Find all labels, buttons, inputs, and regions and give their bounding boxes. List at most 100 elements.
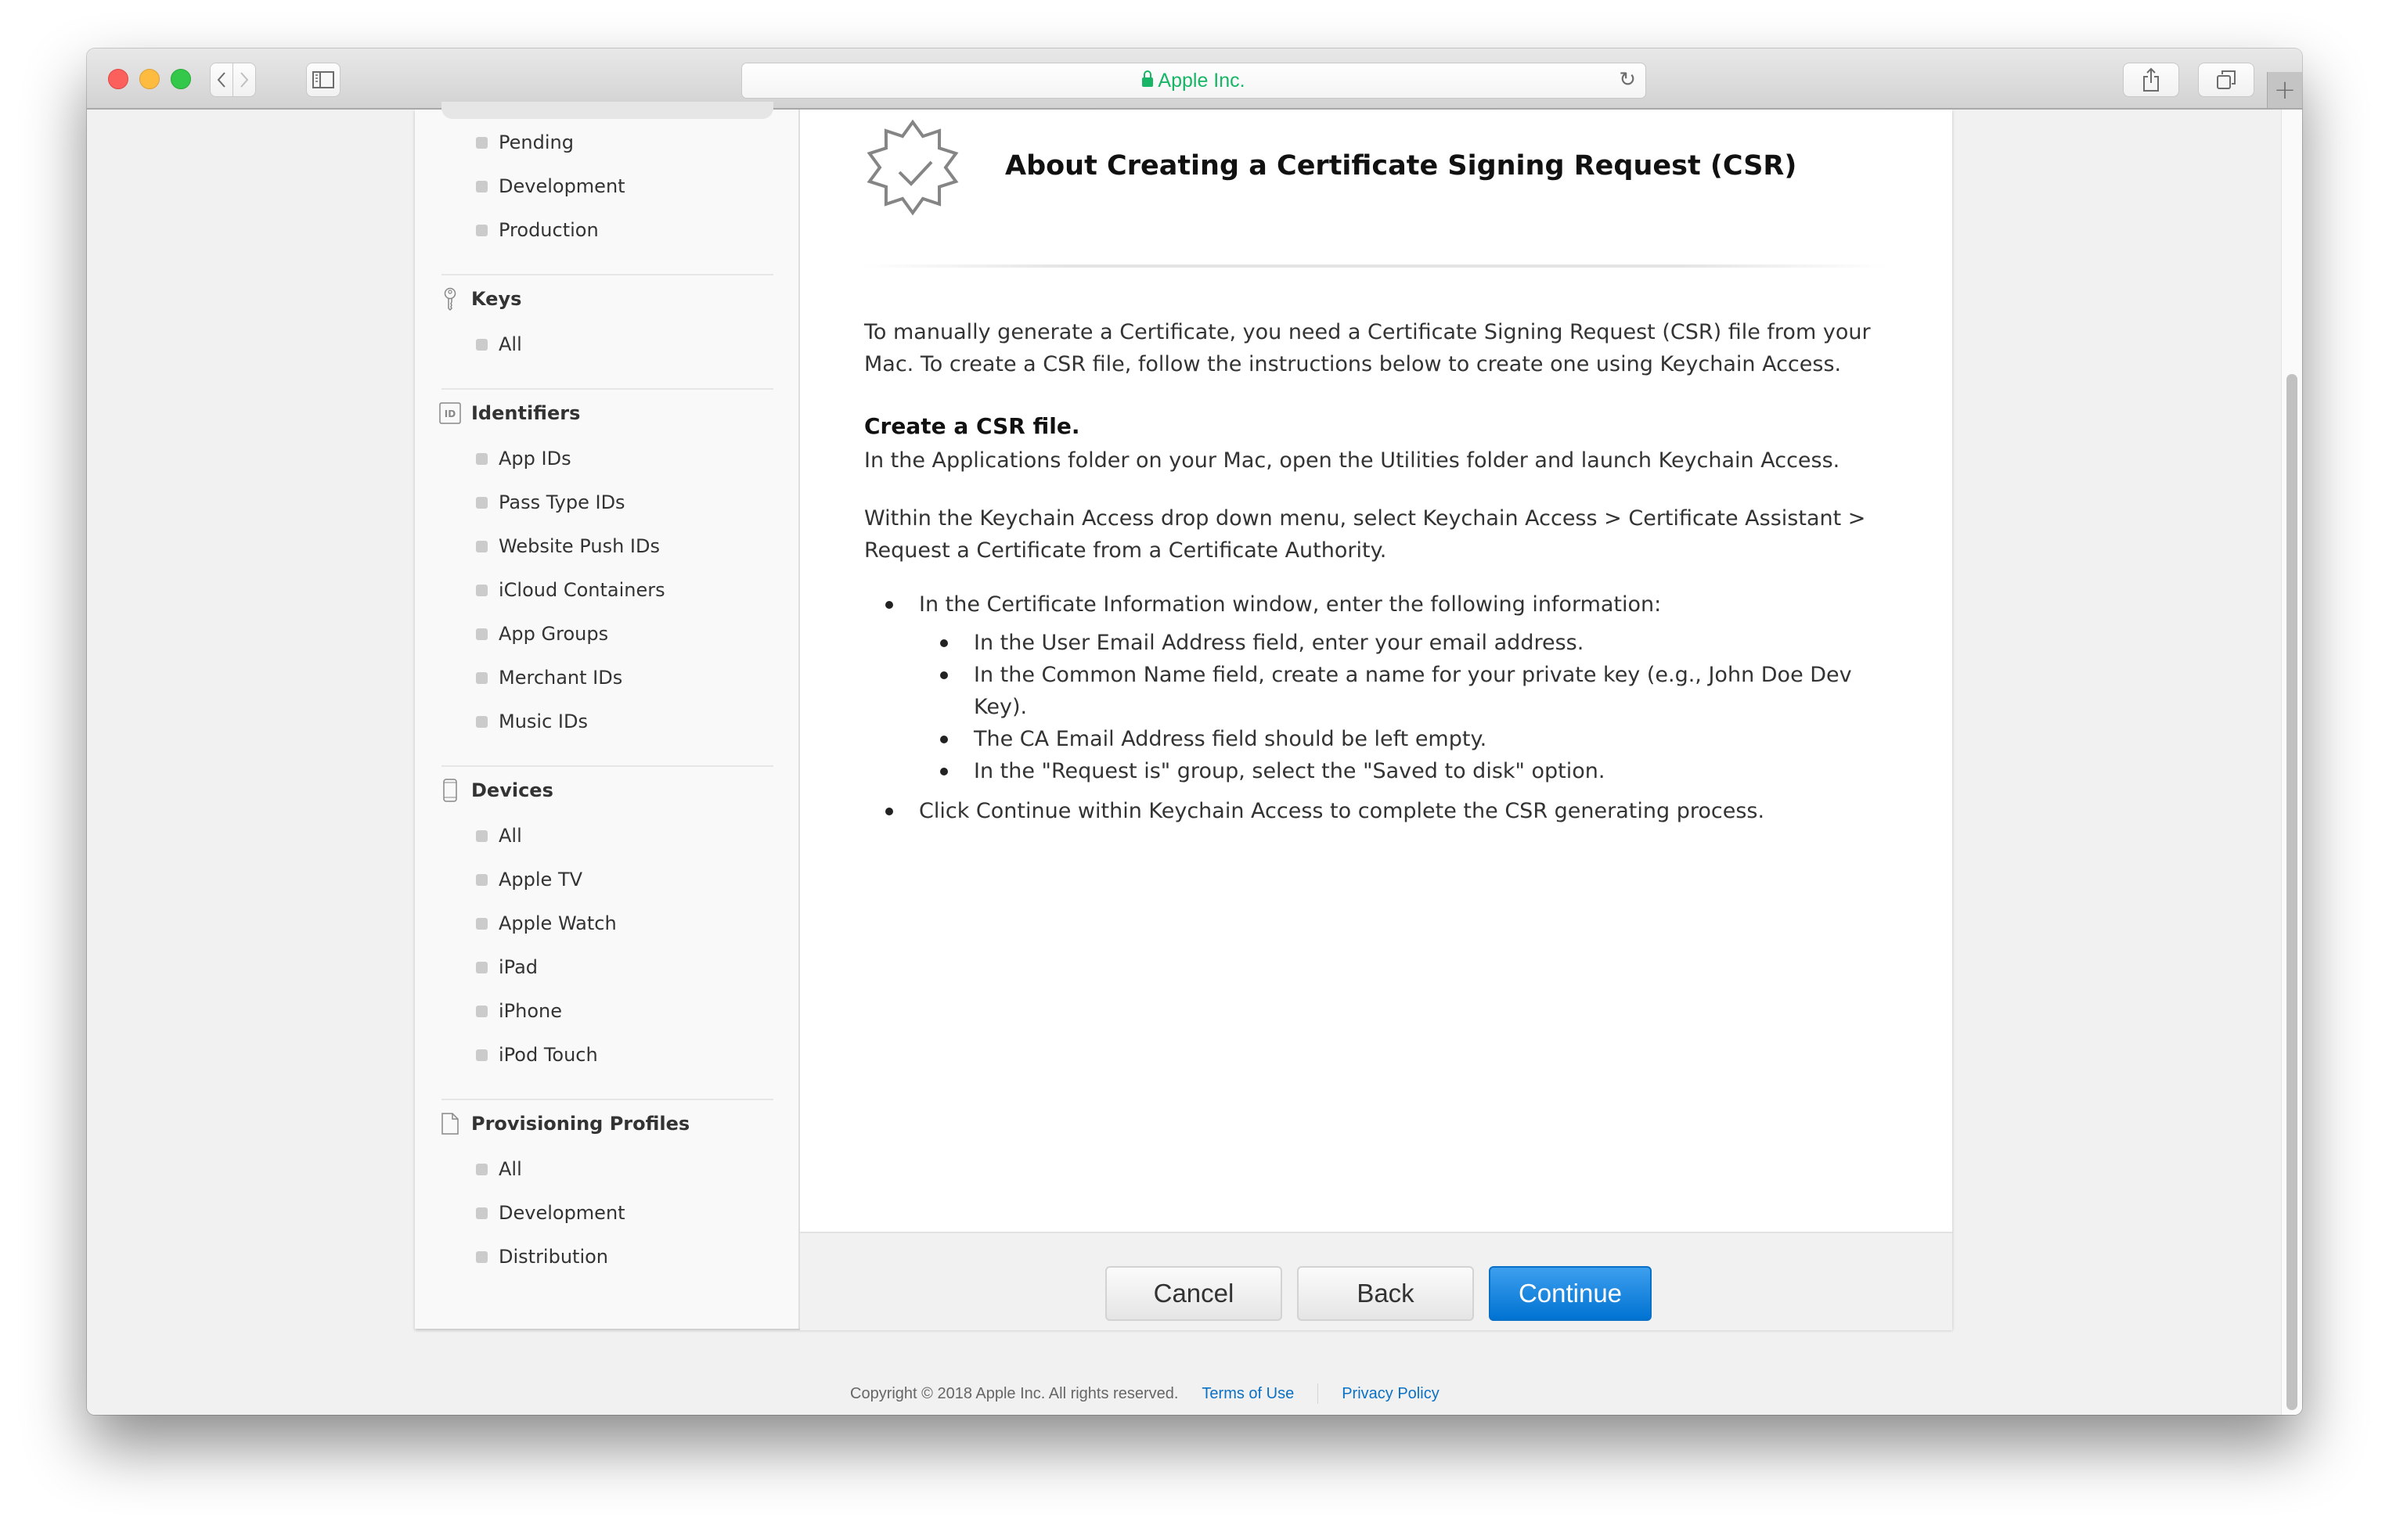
sidebar-heading-label: Provisioning Profiles [471,1113,690,1135]
browser-window: Apple Inc. ↻ + Pending Development Product… [87,49,2302,1415]
step-paragraph-1: In the Applications folder on your Mac, … [864,448,1840,473]
sidebar-item-label: Production [499,219,599,241]
sidebar-item[interactable]: Development [476,1197,625,1229]
sidebar-item[interactable]: iCloud Containers [476,574,665,606]
list-item: In the Certificate Information window, e… [864,588,1882,787]
list-item-text: In the Certificate Information window, e… [919,592,1662,617]
sidebar-section-heading[interactable]: Provisioning Profiles [438,1106,690,1141]
sidebar-item-label: Merchant IDs [499,667,623,689]
sidebar-item[interactable]: All [476,1153,522,1185]
sidebar-item[interactable]: Production [476,214,599,246]
sidebar-section-heading[interactable]: ID Identifiers [438,396,580,430]
bullet-icon [476,917,488,930]
new-tab-button[interactable]: + [2267,72,2302,108]
sidebar-divider [441,1099,773,1100]
sidebar-item-label: Development [499,175,625,197]
bullet-icon [476,224,488,236]
sidebar-item[interactable]: Development [476,171,625,202]
reload-icon[interactable]: ↻ [1619,68,1636,92]
lock-icon [1142,70,1154,87]
sidebar-toggle-button[interactable] [306,63,341,97]
minimize-window-button[interactable] [139,69,160,89]
chevron-right-icon [240,72,249,88]
sidebar-divider [441,388,773,390]
sidebar-divider [441,274,773,275]
sidebar-item-label: All [499,333,522,355]
sidebar-section-heading[interactable]: Devices [438,773,553,808]
bullet-icon [476,671,488,684]
back-button[interactable] [210,63,233,97]
sidebar-item[interactable]: iPod Touch [476,1039,598,1070]
document-icon [438,1113,462,1135]
sidebar-item-label: Music IDs [499,711,588,732]
sidebar-item[interactable]: Apple TV [476,864,582,895]
main-content: About Creating a Certificate Signing Req… [800,110,1952,1232]
list-item-text: Click Continue within Keychain Access to… [919,799,1765,823]
continue-button[interactable]: Continue [1489,1266,1652,1321]
bullet-icon [476,715,488,728]
bullet-icon [476,136,488,149]
url-text: Apple Inc. [1158,69,1245,92]
sidebar-item[interactable]: iPhone [476,995,562,1027]
content-panel: Pending Development Production Keys All ID Ide… [415,102,1952,1330]
sidebar-item[interactable]: Music IDs [476,706,588,737]
sub-list-item: In the "Request is" group, select the "S… [919,755,1882,787]
bullet-icon [476,180,488,192]
sidebar-heading-label: Devices [471,779,553,801]
id-icon: ID [438,402,462,424]
svg-text:ID: ID [445,408,456,419]
share-button[interactable] [2123,63,2179,97]
sidebar-item-label: Pending [499,131,574,153]
sidebar-item-label: iPad [499,956,539,978]
device-icon [438,779,462,802]
sidebar-item-label: Apple Watch [499,912,617,934]
sidebar-item[interactable]: Pending [476,127,574,158]
cancel-button[interactable]: Cancel [1105,1266,1282,1321]
bullet-icon [476,1250,488,1263]
scrollbar[interactable] [2281,110,2302,1415]
sidebar-item[interactable]: Apple Watch [476,908,617,939]
sidebar-item[interactable]: Merchant IDs [476,662,622,693]
bullet-icon [476,873,488,886]
sidebar-item-label: All [499,825,522,847]
scrollbar-thumb[interactable] [2286,374,2297,1410]
sidebar-item-label: App Groups [499,623,609,645]
sidebar-item-label: Development [499,1202,625,1224]
sidebar-item[interactable]: All [476,329,522,360]
sidebar-icon [312,71,334,88]
show-tabs-button[interactable] [2198,63,2254,97]
page-title: About Creating a Certificate Signing Req… [1005,150,1797,182]
instruction-list: In the Certificate Information window, e… [864,588,1882,835]
sidebar-item[interactable]: Distribution [476,1241,608,1272]
sidebar-item[interactable]: All [476,820,522,851]
terms-of-use-link[interactable]: Terms of Use [1202,1385,1294,1403]
sidebar-item-label: iCloud Containers [499,579,665,601]
share-icon [2143,67,2159,92]
sidebar-item-label: Pass Type IDs [499,491,625,513]
sidebar-item[interactable]: Pass Type IDs [476,487,625,518]
maximize-window-button[interactable] [171,69,191,89]
sub-list-item: In the Common Name field, create a name … [919,659,1882,723]
sidebar-section-heading[interactable]: Keys [438,282,521,316]
copyright-text: Copyright © 2018 Apple Inc. All rights r… [850,1384,1179,1402]
bullet-icon [476,1163,488,1175]
address-bar[interactable]: Apple Inc. ↻ [741,63,1646,99]
close-window-button[interactable] [108,69,128,89]
sidebar-item-label: iPhone [499,1000,563,1022]
sidebar-item[interactable]: Website Push IDs [476,531,660,562]
browser-toolbar: Apple Inc. ↻ + [87,49,2302,110]
intro-paragraph: To manually generate a Certificate, you … [864,320,1871,376]
tabs-icon [2217,70,2236,89]
sidebar-item[interactable]: App IDs [476,443,571,474]
back-page-button[interactable]: Back [1297,1266,1474,1321]
privacy-policy-link[interactable]: Privacy Policy [1342,1385,1439,1403]
sidebar-item[interactable]: iPad [476,952,538,983]
sidebar-item-label: Apple TV [499,869,583,891]
forward-button[interactable] [232,63,256,97]
sidebar-item-label: App IDs [499,448,571,470]
sidebar-item-label: Website Push IDs [499,535,660,557]
sidebar-heading-label: Keys [471,288,522,310]
sidebar-item[interactable]: App Groups [476,618,608,649]
plus-icon: + [2273,74,2297,106]
sidebar-item-label: All [499,1158,522,1180]
